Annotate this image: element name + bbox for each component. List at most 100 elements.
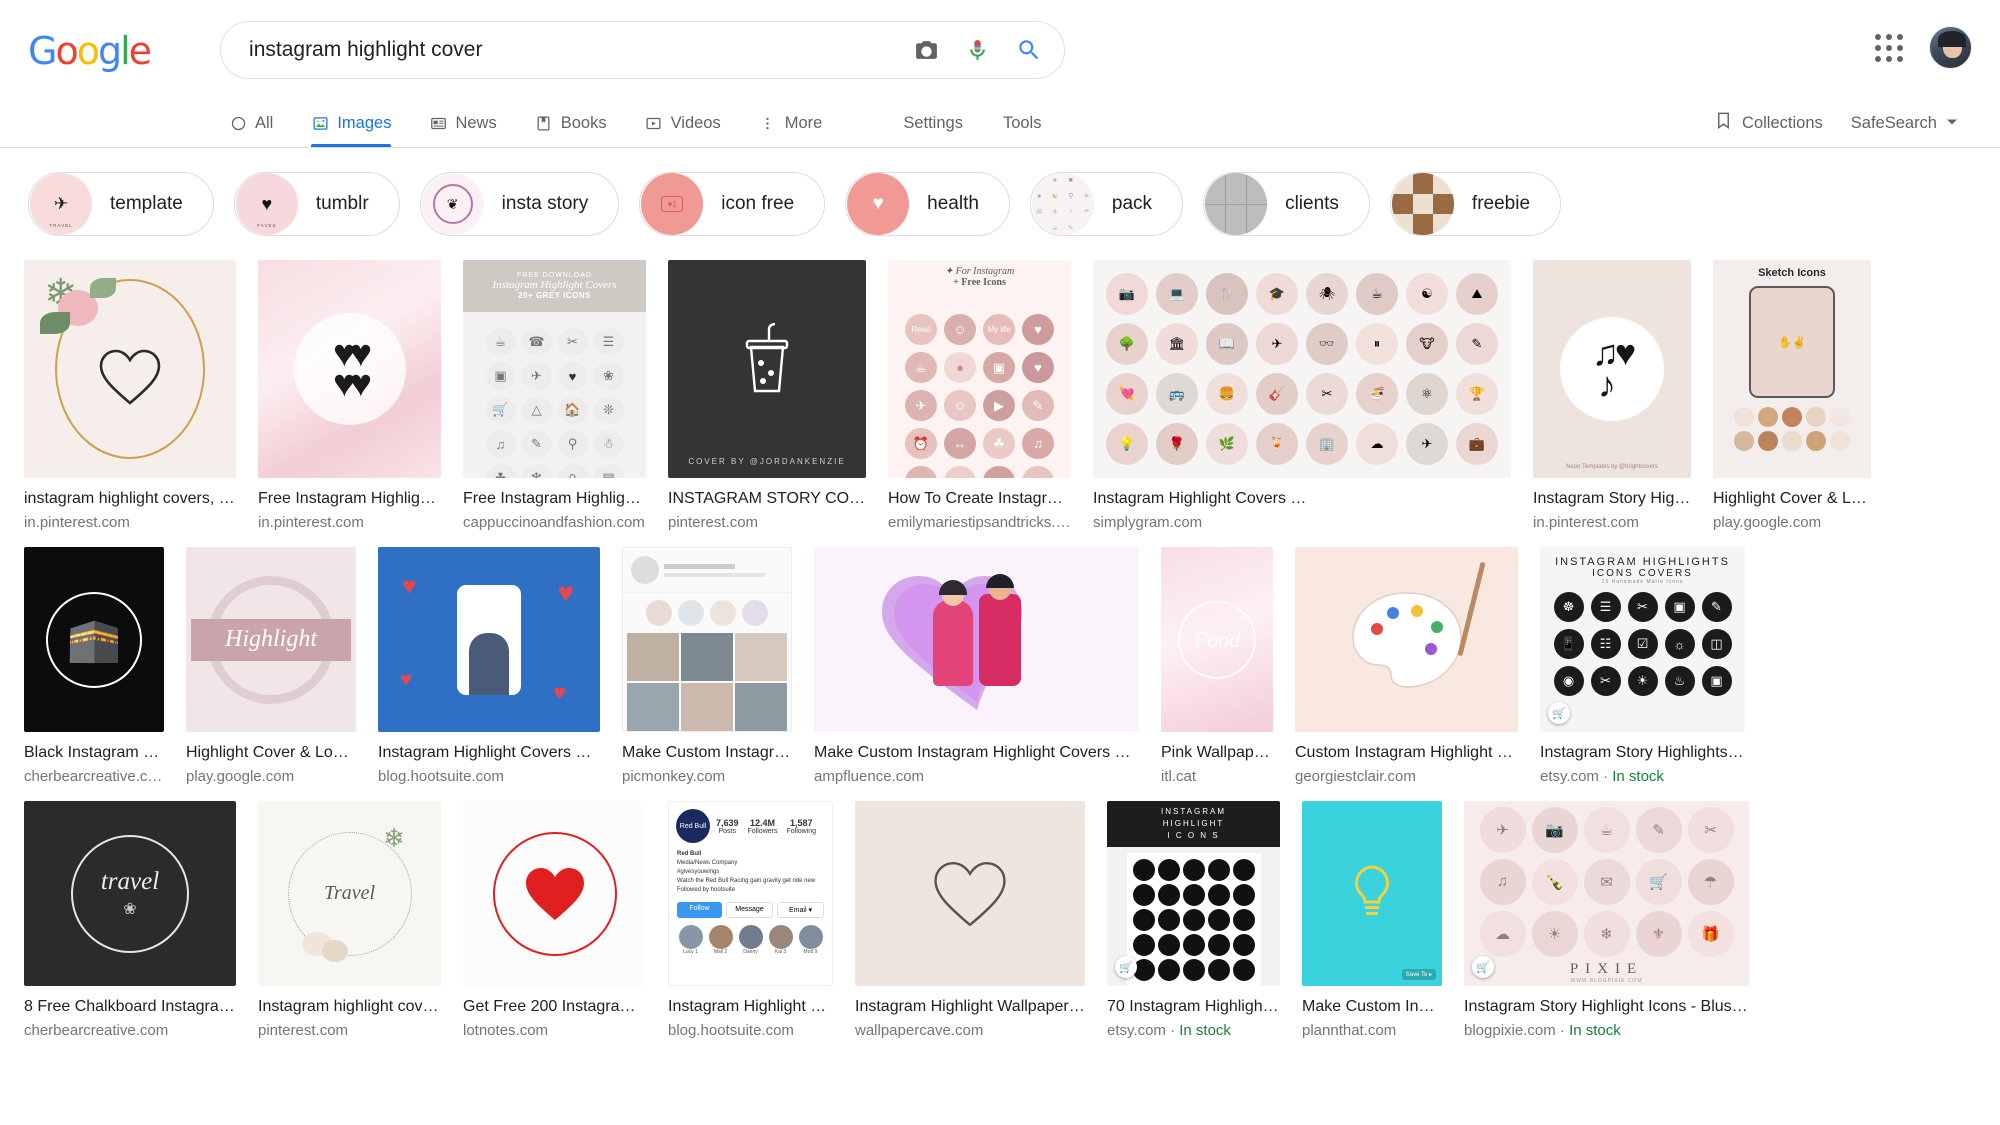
result-thumbnail[interactable] (814, 547, 1139, 732)
result-thumbnail[interactable]: Food (1161, 547, 1273, 732)
result-thumbnail[interactable]: ❄ (24, 260, 236, 478)
result-title: Free Instagram Highlight… (258, 489, 441, 509)
result-card[interactable]: Food Pink Wallpaper, Iphone … itl.cat (1161, 547, 1273, 787)
chip-tumblr[interactable]: ♥ FAVES tumblr (234, 172, 400, 236)
search-box[interactable] (220, 21, 1065, 79)
result-card[interactable]: Make Custom Instagra… picmonkey.com (622, 547, 792, 787)
result-card[interactable]: Get Free 200 Instagram Highli… lotnotes.… (463, 801, 646, 1041)
result-source: georgiestclair.com (1295, 763, 1518, 787)
result-card[interactable]: ♫♥ ♪ Neon Templates by @brightcovers Ins… (1533, 260, 1691, 533)
tab-videos[interactable]: Videos (626, 99, 740, 147)
chip-health[interactable]: ♥ health (845, 172, 1010, 236)
search-tabs: All Images (210, 99, 841, 147)
safesearch-button[interactable]: SafeSearch (1837, 114, 1972, 133)
result-source: play.google.com (1713, 509, 1871, 533)
result-card[interactable]: ♥♥♥♥ Free Instagram Highlight… in.pinter… (258, 260, 441, 533)
result-card[interactable]: Highlight Highlight Cover & Logo Maker… … (186, 547, 356, 787)
result-thumbnail[interactable]: Sketch Icons ✋✌ (1713, 260, 1871, 478)
tab-more[interactable]: More (740, 99, 842, 147)
result-thumbnail[interactable] (1295, 547, 1518, 732)
tools-link[interactable]: Tools (983, 114, 1062, 133)
tab-all-label: All (255, 114, 273, 133)
tab-news[interactable]: News (410, 99, 515, 147)
chip-clients[interactable]: clients (1203, 172, 1370, 236)
logo-letter-g1: G (28, 29, 55, 73)
logo-letter-o2: o (77, 29, 98, 73)
result-card[interactable]: ♥ ♥ ♥ ♥ Instagram Highlight Covers … blo… (378, 547, 600, 787)
camera-icon[interactable] (914, 38, 939, 63)
result-card[interactable]: Sketch Icons ✋✌ Highlight Cover & Logo M… (1713, 260, 1871, 533)
chip-pack[interactable]: ★●■▲ ●☯⚲☀ ✉✈♪☂ ❄☕✎⚑ pack (1030, 172, 1183, 236)
result-thumbnail[interactable]: 📷💻🍴🎓🕷☕☯⛰ 🌳🏛📖✈👓⏸🐮✎ 💘🚌🍔🎸✂🍜⚛🏆 💡🌹🌿🍹🏢☁✈💼 (1093, 260, 1511, 478)
collections-button[interactable]: Collections (1700, 111, 1837, 135)
result-thumbnail[interactable] (855, 801, 1085, 986)
result-card[interactable]: COVER BY @JORDANKENZIE INSTAGRAM STORY C… (668, 260, 866, 533)
logo-letter-l: l (120, 29, 129, 73)
result-thumbnail[interactable]: FREE DOWNLOAD Instagram Highlight Covers… (463, 260, 646, 478)
result-title: Instagram Story Highlights Cover Ico… (1540, 743, 1745, 763)
microphone-icon[interactable] (965, 38, 990, 63)
tab-all[interactable]: All (210, 99, 292, 147)
result-card[interactable]: Red Bull 7,639Posts12.4MFollowers1,587Fo… (668, 801, 833, 1041)
chip-insta-story[interactable]: ❦ insta story (420, 172, 620, 236)
result-thumbnail[interactable]: Red Bull 7,639Posts12.4MFollowers1,587Fo… (668, 801, 833, 986)
tab-images[interactable]: Images (292, 99, 410, 147)
freebie-checker-grid (1392, 173, 1454, 235)
result-card[interactable]: 📷💻🍴🎓🕷☕☯⛰ 🌳🏛📖✈👓⏸🐮✎ 💘🚌🍔🎸✂🍜⚛🏆 💡🌹🌿🍹🏢☁✈💼 Inst… (1093, 260, 1511, 533)
result-card[interactable]: ❄ instagram highlight covers, i… in.pint… (24, 260, 236, 533)
result-caption: Make Custom Instagram H… plannthat.com (1302, 986, 1442, 1041)
news-icon (429, 114, 447, 132)
chip-template[interactable]: ✈ TRAVEL template (28, 172, 214, 236)
result-source: itl.cat (1161, 763, 1273, 787)
result-thumbnail[interactable]: ✦ For Instagram+ Free Icons Read☺My life… (888, 260, 1071, 478)
result-card[interactable]: Instagram Highlight Wallpaper… wallpaper… (855, 801, 1085, 1041)
result-card[interactable]: Make Custom Instagram Highlight Covers …… (814, 547, 1139, 787)
result-card[interactable]: ✈ 📷 ☕ ✎ ✂ ♫ 🍾 ✉ 🛒 ☂ ☁ ☀ ❄ ⚜ 🎁 PIXIE (1464, 801, 1749, 1041)
result-source: blog.hootsuite.com (668, 1017, 833, 1041)
results-row: travel ❀ 8 Free Chalkboard Instagram … c… (24, 801, 1976, 1041)
result-thumbnail[interactable]: ♫♥ ♪ Neon Templates by @brightcovers (1533, 260, 1691, 478)
result-thumbnail[interactable]: ✈ 📷 ☕ ✎ ✂ ♫ 🍾 ✉ 🛒 ☂ ☁ ☀ ❄ ⚜ 🎁 PIXIE (1464, 801, 1749, 986)
images-icon (311, 114, 329, 132)
search-icon[interactable] (1016, 37, 1042, 63)
result-card[interactable]: Travel ❄ Instagram highlight covers … pi… (258, 801, 441, 1041)
result-title: Make Custom Instagram H… (1302, 997, 1442, 1017)
result-card[interactable]: FREE DOWNLOAD Instagram Highlight Covers… (463, 260, 646, 533)
result-card[interactable]: INSTAGRAMHIGHLIGHTI C O N S 🛒 70 Instagr… (1107, 801, 1280, 1041)
result-thumbnail[interactable]: Highlight (186, 547, 356, 732)
result-card[interactable]: INSTAGRAM HIGHLIGHTS ICONS COVERS 15 Han… (1540, 547, 1745, 787)
result-thumbnail[interactable] (622, 547, 792, 732)
result-thumbnail[interactable]: INSTAGRAMHIGHLIGHTI C O N S 🛒 (1107, 801, 1280, 986)
result-source: picmonkey.com (622, 763, 792, 787)
result-thumbnail[interactable] (463, 801, 646, 986)
result-title: Instagram Highlight Cover… (668, 997, 833, 1017)
search-input[interactable] (249, 38, 914, 62)
result-thumbnail[interactable]: Travel ❄ (258, 801, 441, 986)
result-thumbnail[interactable]: INSTAGRAM HIGHLIGHTS ICONS COVERS 15 Han… (1540, 547, 1745, 732)
result-card[interactable]: 🕋 Black Instagram Story … cherbearcreati… (24, 547, 164, 787)
videos-icon (645, 114, 663, 132)
result-card[interactable]: Custom Instagram Highlight St… georgiest… (1295, 547, 1518, 787)
avatar[interactable] (1929, 26, 1972, 69)
result-thumbnail[interactable]: COVER BY @JORDANKENZIE (668, 260, 866, 478)
google-logo[interactable]: Google (28, 32, 150, 70)
chip-thumbnail: ★●■▲ ●☯⚲☀ ✉✈♪☂ ❄☕✎⚑ (1032, 173, 1094, 235)
result-thumbnail[interactable]: 🕋 (24, 547, 164, 732)
result-caption: Custom Instagram Highlight St… georgiest… (1295, 732, 1518, 787)
result-card[interactable]: ✦ For Instagram+ Free Icons Read☺My life… (888, 260, 1071, 533)
result-title: 70 Instagram Highlight Co… (1107, 997, 1280, 1017)
result-thumbnail[interactable]: Save To ▸ (1302, 801, 1442, 986)
result-thumbnail[interactable]: ♥♥♥♥ (258, 260, 441, 478)
chip-freebie[interactable]: freebie (1390, 172, 1561, 236)
result-card[interactable]: Save To ▸ Make Custom Instagram H… plann… (1302, 801, 1442, 1041)
result-caption: 70 Instagram Highlight Co… etsy.com · In… (1107, 986, 1280, 1041)
tab-books[interactable]: Books (516, 99, 626, 147)
settings-link[interactable]: Settings (883, 114, 983, 133)
nav-links: Settings Tools (883, 114, 1061, 133)
apps-grid-icon[interactable] (1875, 34, 1903, 62)
result-thumbnail[interactable]: ♥ ♥ ♥ ♥ (378, 547, 600, 732)
result-card[interactable]: travel ❀ 8 Free Chalkboard Instagram … c… (24, 801, 236, 1041)
chip-icon-free[interactable]: ♥1 icon free (639, 172, 825, 236)
result-thumbnail[interactable]: travel ❀ (24, 801, 236, 986)
result-source: plannthat.com (1302, 1017, 1442, 1041)
